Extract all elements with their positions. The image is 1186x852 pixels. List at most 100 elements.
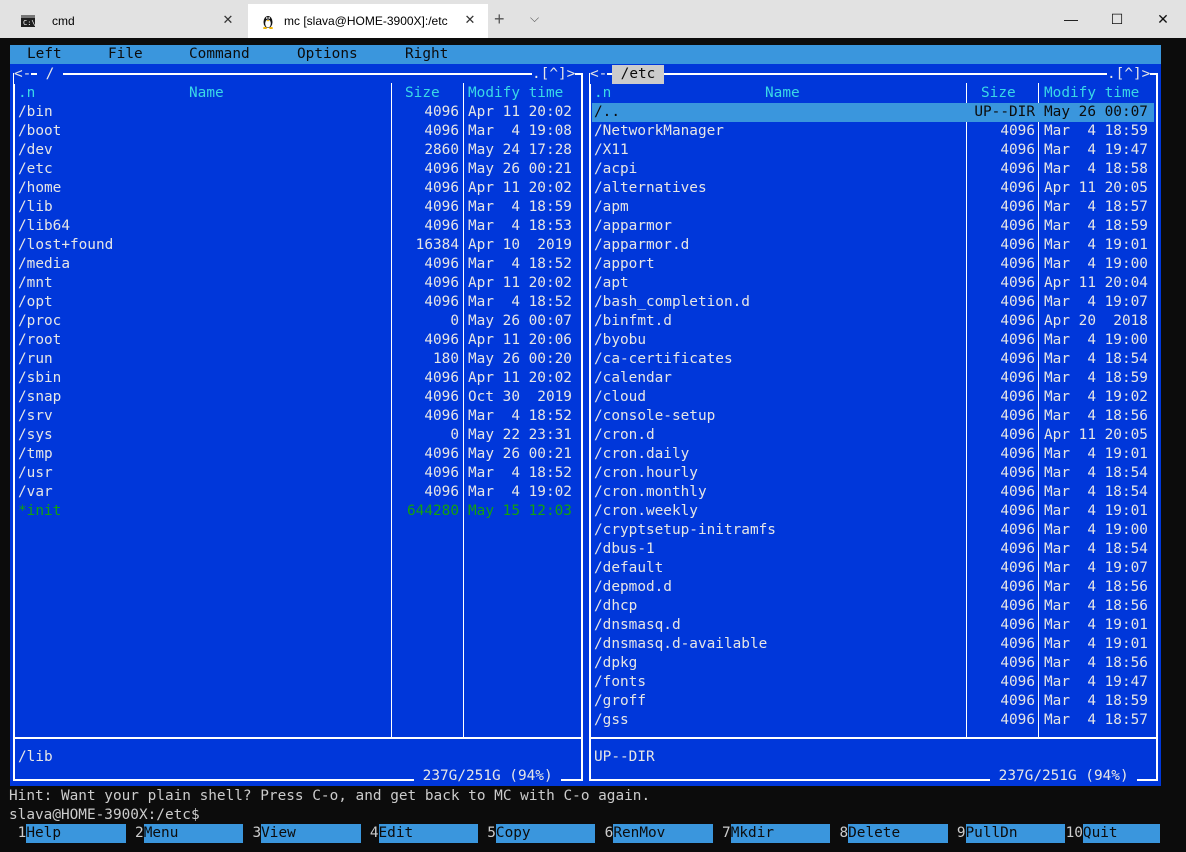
fkey-number: 6 <box>596 825 614 841</box>
left-panel-path[interactable]: / <box>37 65 63 84</box>
file-size: 4096 <box>1000 598 1035 614</box>
file-size: 4096 <box>1000 218 1035 234</box>
file-mtime: Mar 4 18:52 <box>468 294 572 310</box>
file-size: 4096 <box>1000 446 1035 462</box>
panel-history-icon[interactable]: .[^]> <box>1107 65 1151 84</box>
fkey-view-button[interactable]: 3View <box>244 824 361 843</box>
left-disk-usage: 237G/251G (94%) <box>414 767 562 786</box>
file-size: 4096 <box>1000 294 1035 310</box>
minimize-button[interactable]: — <box>1048 0 1094 38</box>
file-size: 0 <box>450 427 459 443</box>
panel-history-icon[interactable]: .[^]> <box>532 65 576 84</box>
fkey-copy-button[interactable]: 5Copy <box>479 824 596 843</box>
file-name: /mnt <box>18 275 53 291</box>
status-divider <box>15 737 581 739</box>
file-name: /etc <box>18 161 53 177</box>
shell-prompt[interactable]: slava@HOME-3900X:/etc$ <box>9 806 200 825</box>
file-size: 4096 <box>424 484 459 500</box>
maximize-button[interactable]: ☐ <box>1094 0 1140 38</box>
column-header-size[interactable]: Size <box>981 84 1016 103</box>
sort-indicator[interactable]: .n <box>18 84 35 103</box>
fkey-label: Edit <box>378 824 478 843</box>
file-name: /calendar <box>594 370 672 386</box>
file-name: /lib64 <box>18 218 70 234</box>
file-mtime: Apr 11 20:02 <box>468 275 572 291</box>
tab-close-button[interactable]: ✕ <box>218 10 238 30</box>
column-header-mtime[interactable]: Modify time <box>468 84 563 103</box>
file-mtime: Mar 4 18:56 <box>1044 655 1148 671</box>
file-size: 4096 <box>1000 579 1035 595</box>
file-name: /run <box>18 351 53 367</box>
column-header-size[interactable]: Size <box>405 84 440 103</box>
right-disk-usage: 237G/251G (94%) <box>990 767 1138 786</box>
file-mtime: Apr 10 2019 <box>468 237 572 253</box>
file-name: *init <box>18 503 62 519</box>
file-mtime: Mar 4 19:00 <box>1044 332 1148 348</box>
column-header-name[interactable]: Name <box>189 84 224 103</box>
new-tab-plus-icon[interactable]: + <box>494 10 505 28</box>
panel-nav-left-icon[interactable]: <- <box>14 65 32 84</box>
file-mtime: Mar 4 18:56 <box>1044 408 1148 424</box>
fkey-number: 10 <box>1065 825 1083 841</box>
menu-file[interactable]: File <box>108 45 143 64</box>
linux-penguin-icon <box>260 13 276 29</box>
file-name: /bash_completion.d <box>594 294 750 310</box>
right-panel-path[interactable]: /etc <box>612 65 664 84</box>
fkey-quit-button[interactable]: 10Quit <box>1066 824 1161 843</box>
fkey-help-button[interactable]: 1Help <box>9 824 126 843</box>
file-size: 4096 <box>1000 237 1035 253</box>
fkey-number: 4 <box>361 825 379 841</box>
chevron-down-icon[interactable]: ⌵ <box>530 11 539 26</box>
file-name: /alternatives <box>594 180 707 196</box>
menu-options[interactable]: Options <box>297 45 358 64</box>
file-name: /cron.d <box>594 427 655 443</box>
close-window-button[interactable]: ✕ <box>1140 0 1186 38</box>
file-mtime: May 26 00:20 <box>468 351 572 367</box>
file-mtime: Apr 11 20:04 <box>1044 275 1148 291</box>
file-mtime: Apr 11 20:02 <box>468 180 572 196</box>
file-name: /var <box>18 484 53 500</box>
fkey-label: Copy <box>495 824 596 843</box>
file-size: 4096 <box>1000 465 1035 481</box>
tab-close-button[interactable]: ✕ <box>460 10 480 30</box>
menu-right[interactable]: Right <box>405 45 448 64</box>
svg-text:C:\: C:\ <box>23 19 36 27</box>
menu-left[interactable]: Left <box>27 45 62 64</box>
file-name: /lib <box>18 199 53 215</box>
file-mtime: Mar 4 18:59 <box>1044 123 1148 139</box>
file-mtime: Mar 4 19:47 <box>1044 674 1148 690</box>
file-name: /opt <box>18 294 53 310</box>
fkey-mkdir-button[interactable]: 7Mkdir <box>713 824 831 843</box>
file-mtime: Apr 11 20:02 <box>468 104 572 120</box>
fkey-menu-button[interactable]: 2Menu <box>126 824 244 843</box>
file-size: 4096 <box>424 332 459 348</box>
file-size: 4096 <box>424 275 459 291</box>
fkey-edit-button[interactable]: 4Edit <box>361 824 478 843</box>
file-size: 4096 <box>1000 256 1035 272</box>
menu-command[interactable]: Command <box>189 45 250 64</box>
tab-cmd[interactable]: C:\ cmd ✕ <box>8 4 246 38</box>
tab-title: mc [slava@HOME-3900X]:/etc <box>284 14 448 28</box>
tab-mc[interactable]: mc [slava@HOME-3900X]:/etc ✕ <box>248 4 488 38</box>
fkey-number: 9 <box>948 825 966 841</box>
hint-line: Hint: Want your plain shell? Press C-o, … <box>9 788 651 804</box>
file-size: 4096 <box>424 389 459 405</box>
sort-indicator[interactable]: .n <box>594 84 611 103</box>
file-size: 4096 <box>1000 541 1035 557</box>
column-header-name[interactable]: Name <box>765 84 800 103</box>
panel-nav-left-icon[interactable]: <- <box>590 65 608 84</box>
file-name: /sbin <box>18 370 62 386</box>
file-name: /apparmor.d <box>594 237 690 253</box>
fkey-delete-button[interactable]: 8Delete <box>831 824 948 843</box>
file-mtime: Mar 4 19:08 <box>468 123 572 139</box>
fkey-number: 3 <box>243 825 262 841</box>
file-size: 4096 <box>1000 180 1035 196</box>
file-name: /.. <box>594 104 620 120</box>
fkey-pulldn-button[interactable]: 9PullDn <box>948 824 1065 843</box>
file-mtime: Mar 4 18:54 <box>1044 541 1148 557</box>
fkey-renmov-button[interactable]: 6RenMov <box>596 824 713 843</box>
column-header-mtime[interactable]: Modify time <box>1044 84 1139 103</box>
file-mtime: Mar 4 18:53 <box>468 218 572 234</box>
file-size: UP--DIR <box>974 104 1035 120</box>
file-size: 4096 <box>1000 370 1035 386</box>
